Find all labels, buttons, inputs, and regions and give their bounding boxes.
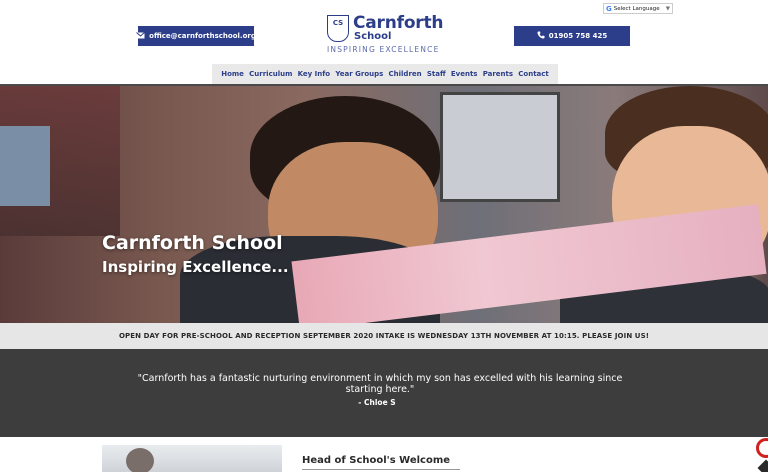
head-of-school-photo <box>102 445 282 472</box>
nav-item-year-groups[interactable]: Year Groups <box>335 70 383 78</box>
hero-title: Carnforth School <box>102 232 283 254</box>
nav-item-home[interactable]: Home <box>221 70 244 78</box>
phone-button[interactable]: 01905 758 425 <box>514 26 630 46</box>
nav-item-events[interactable]: Events <box>451 70 478 78</box>
language-selector-label: Select Language <box>613 5 660 12</box>
nav-item-curriculum[interactable]: Curriculum <box>249 70 292 78</box>
hero-background-monitor <box>0 126 50 206</box>
nav-item-key-info[interactable]: Key Info <box>298 70 331 78</box>
chevron-down-icon: ▼ <box>665 5 670 12</box>
logo-name: Carnforth <box>353 13 444 33</box>
logo-emblem: CS <box>327 15 349 42</box>
hero-banner: Carnforth School Inspiring Excellence... <box>0 86 768 323</box>
phone-label: 01905 758 425 <box>548 32 608 40</box>
logo-tagline: INSPIRING EXCELLENCE <box>327 45 440 54</box>
nav-item-parents[interactable]: Parents <box>483 70 513 78</box>
nav-item-children[interactable]: Children <box>389 70 422 78</box>
testimonial-quote: "Carnforth has a fantastic nurturing env… <box>137 373 623 395</box>
envelope-icon <box>136 31 145 41</box>
testimonial-author: - Chloe S <box>358 398 396 407</box>
testimonial-section: "Carnforth has a fantastic nurturing env… <box>0 349 768 437</box>
nav-item-staff[interactable]: Staff <box>427 70 446 78</box>
hero-subtitle: Inspiring Excellence... <box>102 258 289 276</box>
google-icon: G <box>606 4 612 13</box>
logo-sub: School <box>354 31 392 42</box>
language-selector[interactable]: G Select Language ▼ <box>603 3 673 14</box>
welcome-heading: Head of School's Welcome <box>302 455 451 466</box>
announcement-text: OPEN DAY FOR PRE-SCHOOL AND RECEPTION SE… <box>118 332 650 340</box>
welcome-divider <box>302 469 460 470</box>
site-header: office@carnforthschool.org CS Carnforth … <box>0 0 768 62</box>
school-logo[interactable]: CS Carnforth School INSPIRING EXCELLENCE <box>326 14 446 56</box>
phone-icon <box>537 31 545 41</box>
main-nav: Home Curriculum Key Info Year Groups Chi… <box>212 64 558 84</box>
email-button[interactable]: office@carnforthschool.org <box>136 26 256 46</box>
head-of-school-figure <box>126 448 154 472</box>
hero-background-computer <box>440 92 560 202</box>
nav-item-contact[interactable]: Contact <box>518 70 549 78</box>
email-label: office@carnforthschool.org <box>149 32 256 40</box>
announcement-bar: OPEN DAY FOR PRE-SCHOOL AND RECEPTION SE… <box>0 323 768 349</box>
